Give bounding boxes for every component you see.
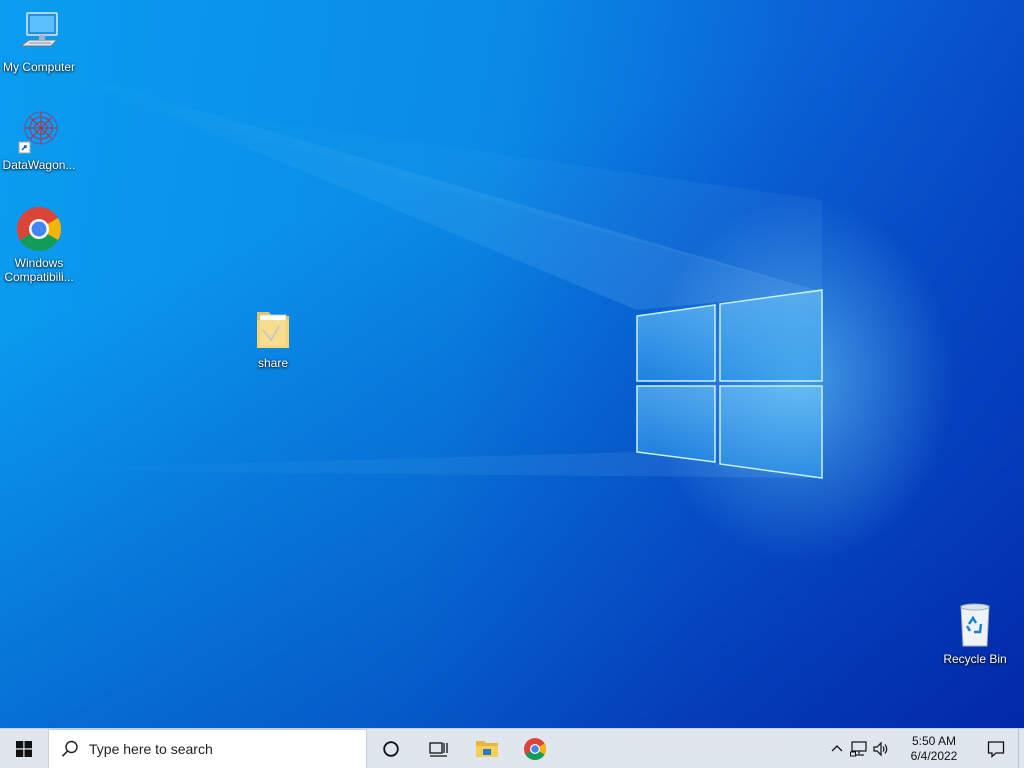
cortana-icon (383, 740, 399, 757)
windows-logo-light (0, 70, 823, 479)
windows-start-icon (16, 740, 32, 757)
taskbar-search-box[interactable]: Type here to search (48, 728, 367, 768)
desktop-icon-label: DataWagon... (2, 158, 76, 172)
desktop-icon-windows-compatibility[interactable]: Windows Compatibili... (1, 206, 77, 284)
desktop-icon-label: My Computer (2, 60, 76, 74)
folder-icon (249, 306, 297, 354)
recycle-bin-icon (951, 602, 999, 650)
desktop-icon-label-line2: Compatibili... (4, 270, 74, 284)
desktop-icon-recycle-bin[interactable]: Recycle Bin (937, 602, 1013, 666)
taskbar: Type here to search 5:50 AM 6/4/2022 (0, 728, 1024, 768)
chrome-taskbar-button[interactable] (511, 729, 559, 768)
chrome-icon (524, 737, 546, 760)
search-placeholder: Type here to search (89, 740, 213, 757)
show-hidden-icons-button[interactable] (826, 729, 848, 768)
clock-date: 6/4/2022 (910, 749, 958, 763)
desktop-icon-label-line1: Windows (14, 256, 64, 270)
start-button[interactable] (0, 729, 48, 768)
search-icon (61, 740, 78, 757)
show-desktop-button[interactable] (1018, 729, 1024, 768)
desktop-icon-label: share (257, 356, 289, 370)
datawagon-icon (15, 108, 63, 156)
file-explorer-icon (476, 740, 498, 757)
system-tray: 5:50 AM 6/4/2022 (826, 729, 1024, 768)
task-view-button[interactable] (415, 729, 463, 768)
desktop-icon-datawagon[interactable]: DataWagon... (1, 108, 77, 172)
taskbar-clock[interactable]: 5:50 AM 6/4/2022 (896, 734, 972, 764)
volume-button[interactable] (870, 729, 892, 768)
file-explorer-button[interactable] (463, 729, 511, 768)
cortana-button[interactable] (367, 729, 415, 768)
action-center-button[interactable] (974, 729, 1018, 768)
desktop-icon-label: Windows Compatibili... (1, 256, 77, 284)
computer-icon (15, 10, 63, 58)
desktop-wallpaper[interactable]: My Computer DataWagon... Windows Compati… (0, 0, 1024, 728)
speaker-icon (873, 741, 888, 757)
clock-time: 5:50 AM (911, 734, 957, 748)
desktop-icon-share[interactable]: share (235, 306, 311, 370)
notification-icon (987, 741, 1005, 758)
desktop-icon-label: Recycle Bin (943, 652, 1007, 666)
desktop-icon-my-computer[interactable]: My Computer (1, 10, 77, 74)
chevron-up-icon (831, 745, 843, 752)
network-icon (850, 741, 867, 757)
network-button[interactable] (848, 729, 870, 768)
task-view-icon (429, 741, 448, 757)
chrome-icon (15, 206, 63, 254)
